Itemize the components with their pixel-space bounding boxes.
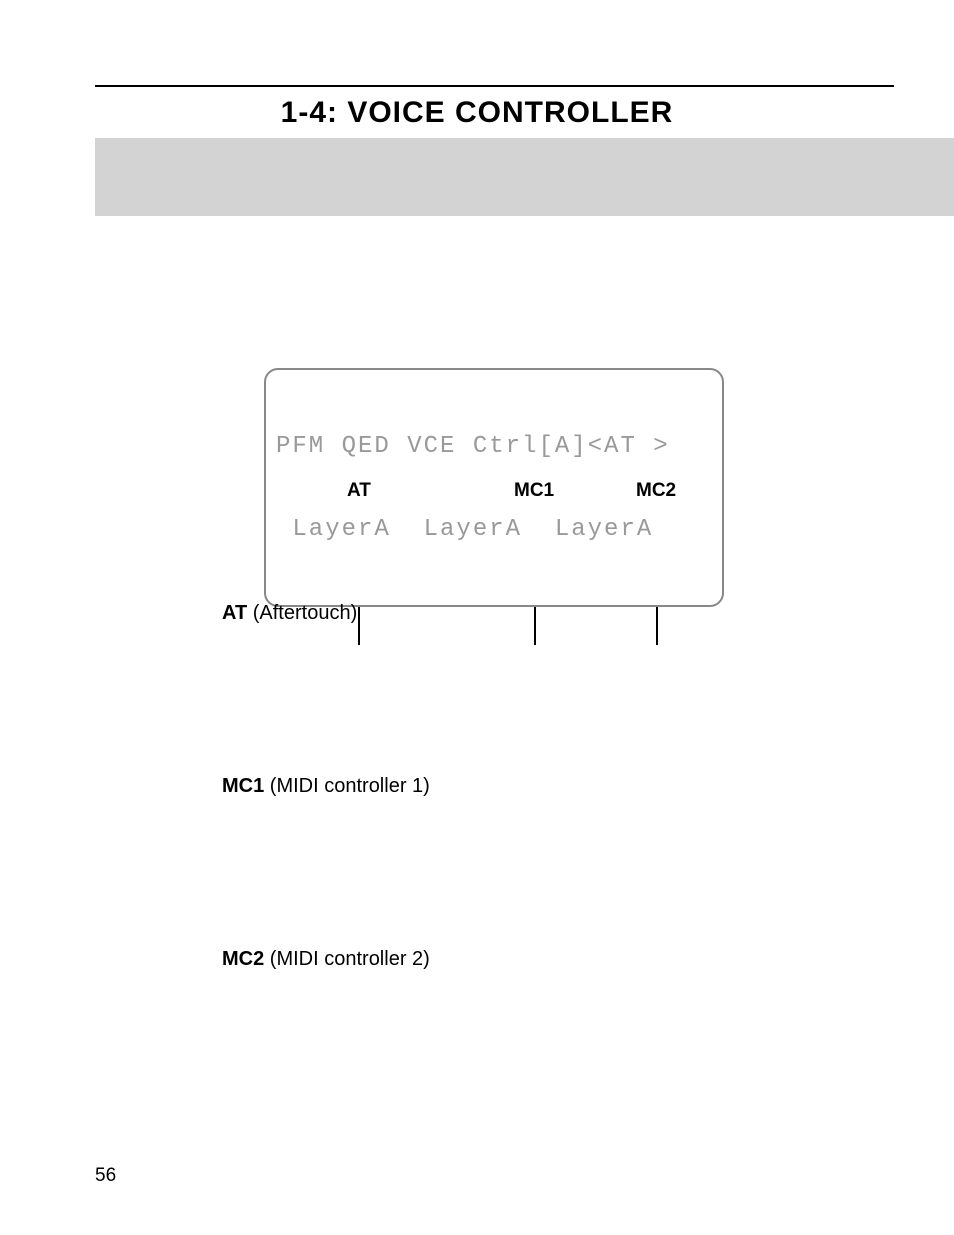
param-at: AT (Aftertouch) xyxy=(222,602,357,625)
top-rule xyxy=(95,85,894,87)
callout-line-mc2 xyxy=(656,607,658,645)
param-at-abbr: AT xyxy=(222,602,247,624)
page-number: 56 xyxy=(95,1165,116,1187)
callout-label-mc2: MC2 xyxy=(636,480,676,502)
param-at-name: (Aftertouch) xyxy=(247,602,357,624)
callout-line-at xyxy=(358,607,360,645)
callout-label-at: AT xyxy=(347,480,371,502)
param-mc2-abbr: MC2 xyxy=(222,948,264,970)
param-mc2-name: (MIDI controller 2) xyxy=(264,948,430,970)
param-mc2: MC2 (MIDI controller 2) xyxy=(222,948,430,971)
section-bar xyxy=(95,138,954,216)
callout-line-mc1 xyxy=(534,607,536,645)
param-mc1-name: (MIDI controller 1) xyxy=(264,775,430,797)
param-mc1-abbr: MC1 xyxy=(222,775,264,797)
callout-label-mc1: MC1 xyxy=(514,480,554,502)
page-title: 1-4: VOICE CONTROLLER xyxy=(0,96,954,130)
param-mc1: MC1 (MIDI controller 1) xyxy=(222,775,430,798)
lcd-line-2: LayerA LayerA LayerA xyxy=(276,516,712,544)
lcd-line-1: PFM QED VCE Ctrl[A]<AT > xyxy=(276,433,712,461)
